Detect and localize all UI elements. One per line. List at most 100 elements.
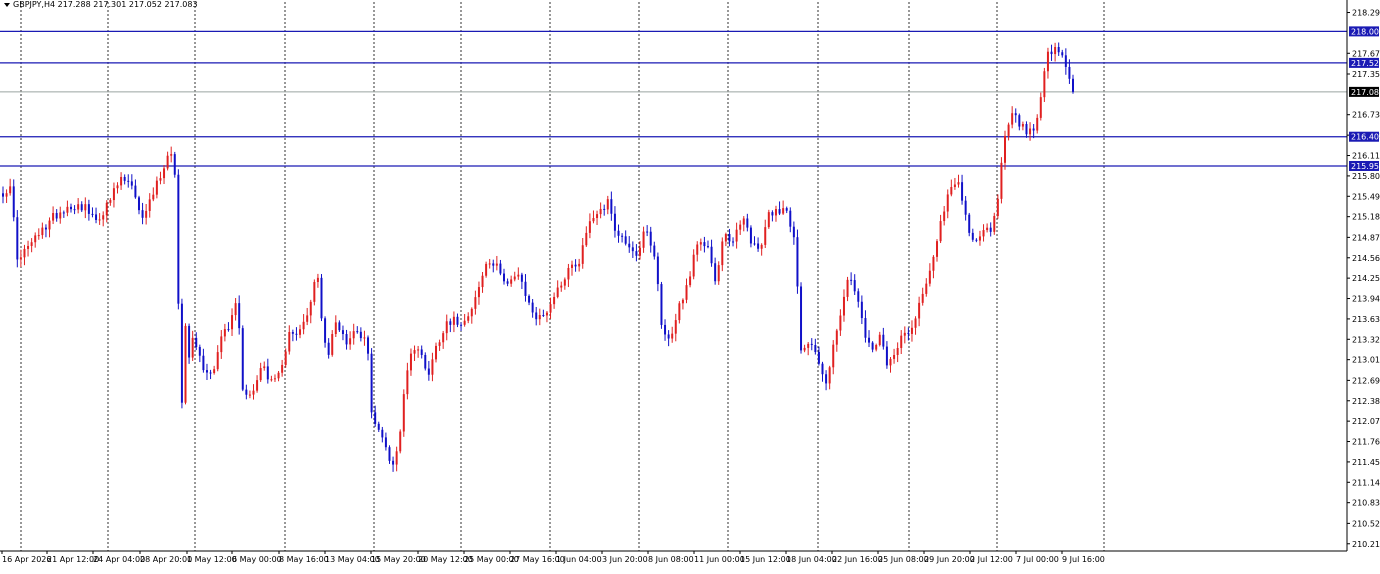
candle-body bbox=[721, 241, 724, 266]
candle bbox=[352, 323, 355, 345]
candle-body bbox=[674, 320, 677, 334]
candle-body bbox=[853, 280, 856, 292]
candle bbox=[871, 341, 874, 353]
candle-body bbox=[399, 431, 402, 452]
x-tick-label: 18 Jun 04:00 bbox=[786, 555, 837, 564]
candle-body bbox=[821, 363, 824, 375]
candle-body bbox=[306, 315, 309, 322]
candle-body bbox=[656, 256, 659, 285]
y-tick-label: 214.250 bbox=[1352, 274, 1380, 283]
candle bbox=[152, 187, 155, 202]
candle-body bbox=[1011, 113, 1014, 125]
candle bbox=[281, 359, 284, 377]
candle bbox=[356, 326, 359, 334]
candle-body bbox=[173, 154, 176, 175]
candle bbox=[800, 282, 803, 354]
candle bbox=[2, 186, 4, 204]
x-axis-ticks: 16 Apr 202621 Apr 12:0024 Apr 04:0028 Ap… bbox=[1, 551, 1105, 564]
candle bbox=[617, 224, 620, 243]
candle-body bbox=[524, 281, 527, 296]
candle bbox=[810, 338, 813, 351]
candle-body bbox=[431, 359, 434, 375]
candle-body bbox=[903, 332, 906, 336]
candle bbox=[363, 330, 366, 346]
candle bbox=[563, 277, 566, 290]
candle-body bbox=[44, 227, 47, 230]
candle bbox=[953, 177, 956, 190]
y-tick-label: 212.385 bbox=[1352, 397, 1380, 406]
candle-body bbox=[198, 346, 201, 356]
candle-body bbox=[542, 314, 545, 316]
candle bbox=[685, 278, 688, 304]
candle-body bbox=[588, 221, 591, 233]
candle bbox=[116, 182, 119, 194]
candle-body bbox=[739, 224, 742, 230]
candle bbox=[678, 301, 681, 324]
candle bbox=[320, 274, 323, 322]
candle bbox=[87, 199, 90, 221]
candle bbox=[384, 432, 387, 451]
candle-body bbox=[66, 206, 69, 213]
candle bbox=[37, 228, 40, 240]
candle bbox=[331, 330, 334, 357]
candle-body bbox=[953, 184, 956, 187]
candle-body bbox=[581, 245, 584, 264]
candle-body bbox=[771, 212, 774, 216]
candle bbox=[399, 429, 402, 454]
candle-body bbox=[388, 447, 391, 461]
candle-body bbox=[592, 218, 595, 222]
candle-body bbox=[767, 212, 770, 228]
candle-body bbox=[506, 281, 509, 284]
candle-body bbox=[728, 234, 731, 242]
candle bbox=[846, 276, 849, 302]
candle bbox=[1032, 124, 1035, 139]
candle bbox=[792, 221, 795, 245]
candle-body bbox=[503, 273, 506, 282]
candle bbox=[878, 331, 881, 347]
candle bbox=[971, 228, 974, 242]
candle-body bbox=[706, 246, 709, 248]
candle bbox=[635, 244, 638, 262]
candle bbox=[248, 390, 251, 399]
candle bbox=[524, 274, 527, 302]
candle-body bbox=[649, 231, 652, 246]
candle-body bbox=[624, 236, 627, 244]
candle-body bbox=[492, 263, 495, 266]
candle bbox=[742, 216, 745, 232]
candle bbox=[936, 239, 939, 262]
candle bbox=[445, 314, 448, 341]
x-tick-label: 2 Jul 12:00 bbox=[970, 555, 1013, 564]
candle-body bbox=[488, 263, 491, 265]
candle bbox=[48, 217, 51, 238]
candle bbox=[120, 172, 123, 190]
candle-body bbox=[477, 287, 480, 298]
candle bbox=[721, 237, 724, 272]
candle-body bbox=[238, 303, 241, 329]
candle-body bbox=[409, 353, 412, 371]
candle-body bbox=[789, 210, 792, 227]
candle-body bbox=[202, 355, 205, 371]
candle bbox=[77, 198, 80, 214]
candle-body bbox=[87, 204, 90, 214]
candle-body bbox=[567, 267, 570, 280]
candle bbox=[528, 294, 531, 306]
candle bbox=[80, 201, 83, 213]
candle bbox=[456, 313, 459, 328]
candle-body bbox=[560, 285, 563, 288]
candle-body bbox=[180, 303, 183, 403]
candle-body bbox=[638, 247, 641, 256]
candle-body bbox=[5, 193, 8, 197]
candle bbox=[681, 298, 684, 310]
candle bbox=[642, 226, 645, 253]
candle-body bbox=[1061, 52, 1064, 56]
candle bbox=[277, 370, 280, 382]
dropdown-triangle-icon[interactable] bbox=[4, 3, 10, 7]
candle-body bbox=[227, 329, 230, 331]
candle-body bbox=[141, 210, 144, 218]
candle-body bbox=[424, 354, 427, 369]
candle bbox=[452, 311, 455, 333]
candle bbox=[613, 206, 616, 238]
candle-body bbox=[27, 245, 30, 249]
candle-body bbox=[288, 332, 291, 352]
level-label: 215.956 bbox=[1351, 162, 1380, 171]
